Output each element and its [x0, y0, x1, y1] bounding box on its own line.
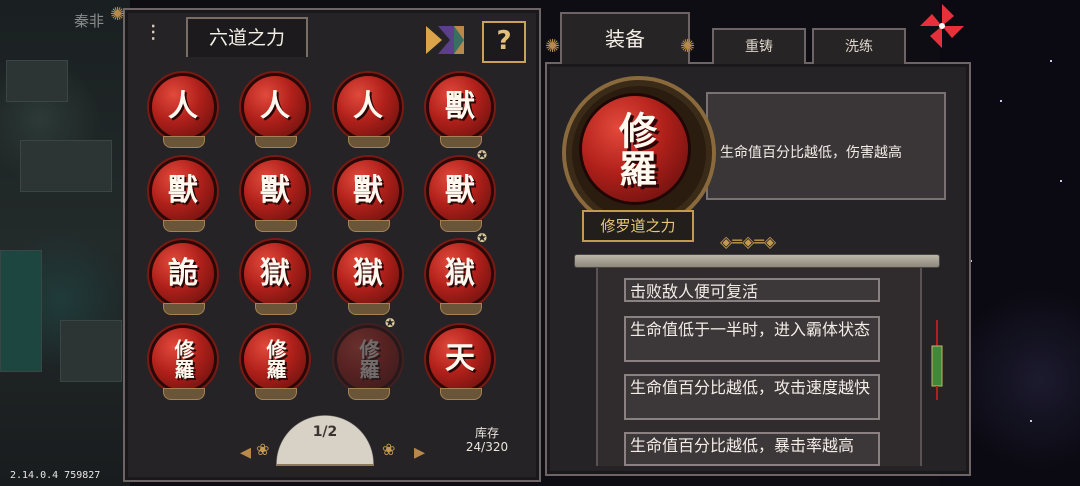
power-orb[interactable]: 人: [337, 76, 399, 138]
power-orb[interactable]: 獄: [429, 243, 491, 305]
orb-pedestal: [163, 388, 205, 400]
orb-pedestal: [348, 303, 390, 315]
power-orb[interactable]: 獸: [152, 160, 214, 222]
power-orb-glyph: 獄: [353, 256, 383, 291]
power-orb[interactable]: 修羅: [152, 328, 214, 390]
tab-refine[interactable]: 洗练: [812, 28, 906, 64]
orb-pedestal: [255, 136, 297, 148]
version-label: 2.14.0.4 759827: [10, 470, 101, 481]
power-orb[interactable]: 人: [152, 76, 214, 138]
corner-ornament-icon: ✺: [110, 4, 126, 25]
orb-pedestal: [440, 220, 482, 232]
power-orb-glyph: 獸: [445, 173, 475, 208]
power-orb-glyph: 修羅: [263, 339, 287, 379]
power-orb[interactable]: 天: [429, 328, 491, 390]
selected-orb: 修羅: [582, 96, 688, 202]
orb-pedestal: [348, 136, 390, 148]
tassel-icon: [930, 320, 944, 400]
power-orb-glyph: 修羅: [171, 339, 195, 379]
power-orb[interactable]: 獸: [429, 160, 491, 222]
star-icon: ✪: [477, 231, 488, 245]
game-world-background: [0, 0, 130, 486]
sort-icon[interactable]: [424, 22, 466, 58]
effect-item: 生命值低于一半时，进入霸体状态: [624, 316, 880, 362]
power-description: 生命值百分比越低，伤害越高: [720, 145, 902, 161]
power-orb[interactable]: 獸: [337, 160, 399, 222]
power-orb[interactable]: 修羅: [244, 328, 306, 390]
orb-pedestal: [440, 303, 482, 315]
tuning-icon[interactable]: ⫶: [138, 22, 168, 52]
orb-pedestal: [163, 220, 205, 232]
orb-pedestal: [255, 303, 297, 315]
fan-ornament-icon: ❀: [256, 440, 270, 459]
star-icon: ✪: [477, 148, 488, 162]
panel-title: 六道之力: [186, 17, 308, 57]
power-name: 修罗道之力: [582, 210, 694, 242]
power-orb[interactable]: 獄: [337, 243, 399, 305]
orb-pedestal: [440, 388, 482, 400]
power-orb[interactable]: 獄: [244, 243, 306, 305]
power-orb-glyph: 獸: [168, 173, 198, 208]
scroll-ornament-icon: ◈═◈═◈: [720, 232, 777, 251]
orb-pedestal: [163, 303, 205, 315]
power-orb[interactable]: 修羅: [337, 328, 399, 390]
power-orb-glyph: 獸: [445, 89, 475, 124]
orb-pedestal: [163, 136, 205, 148]
effect-item: 生命值百分比越低，攻击速度越快: [624, 374, 880, 420]
fan-icon: [276, 414, 374, 466]
effect-item: 击败敌人便可复活: [624, 278, 880, 302]
tab-recast[interactable]: 重铸: [712, 28, 806, 64]
power-orb[interactable]: 獸: [244, 160, 306, 222]
orb-pedestal: [440, 136, 482, 148]
corner-ornament-icon: ✺: [545, 36, 561, 57]
page-indicator: 1/2: [312, 424, 338, 440]
power-orb-glyph: 人: [353, 89, 383, 124]
power-orb-glyph: 獄: [260, 256, 290, 291]
orb-pedestal: [348, 220, 390, 232]
power-orb-glyph: 獄: [445, 256, 475, 291]
power-orb-glyph: 天: [445, 341, 475, 376]
stock-value: 24/320: [465, 440, 509, 454]
effect-item: 生命值百分比越低，暴击率越高: [624, 432, 880, 466]
arrow-right-icon[interactable]: ▸: [414, 440, 425, 465]
star-icon: ✪: [385, 316, 396, 330]
power-orb[interactable]: 人: [244, 76, 306, 138]
power-orb-glyph: 獸: [353, 173, 383, 208]
player-name: 秦非: [74, 12, 105, 30]
power-orb-glyph: 詭: [168, 256, 198, 291]
help-button[interactable]: ?: [482, 21, 526, 63]
power-orb-glyph: 人: [260, 89, 290, 124]
power-orb-glyph: 獸: [260, 173, 290, 208]
scroll-rod: [574, 254, 940, 268]
power-orb[interactable]: 詭: [152, 243, 214, 305]
selected-orb-glyph: 修羅: [612, 111, 657, 187]
orb-pedestal: [348, 388, 390, 400]
arrow-left-icon[interactable]: ◂: [240, 440, 251, 465]
pinwheel-icon[interactable]: [918, 2, 966, 50]
tab-equip[interactable]: 装备: [560, 12, 690, 64]
power-orb-glyph: 修羅: [356, 339, 380, 379]
fan-ornament-icon: ❀: [382, 440, 396, 459]
power-orb[interactable]: 獸: [429, 76, 491, 138]
power-orb-glyph: 人: [168, 89, 198, 124]
corner-ornament-icon: ✺: [680, 36, 696, 57]
orb-pedestal: [255, 220, 297, 232]
stock-label: 库存: [474, 426, 499, 440]
orb-pedestal: [255, 388, 297, 400]
